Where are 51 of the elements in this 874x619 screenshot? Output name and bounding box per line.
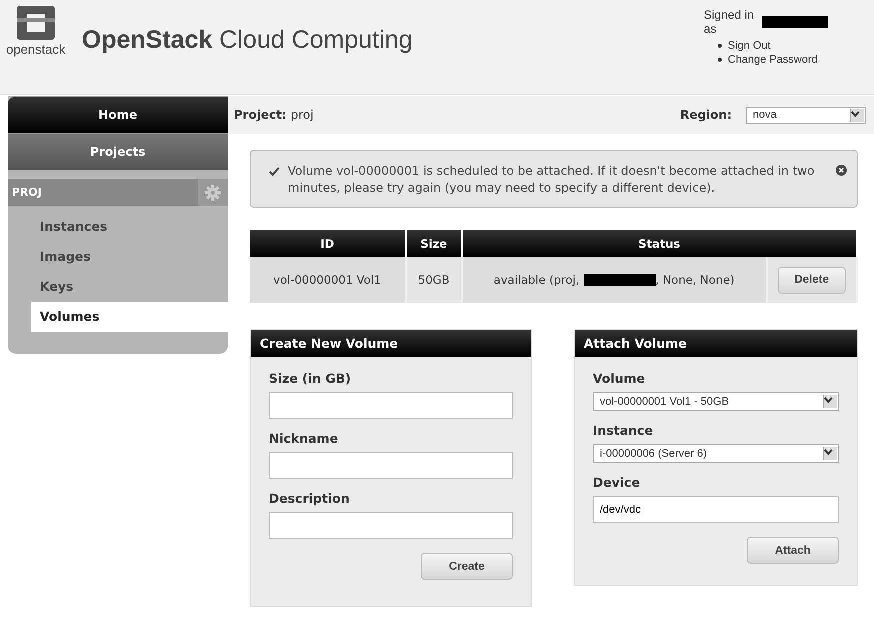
status-text: , None, None) xyxy=(656,273,735,287)
region-select[interactable]: nova xyxy=(746,106,866,124)
column-header: ID xyxy=(250,230,406,257)
select-field[interactable]: i-00000006 (Server 6) xyxy=(593,444,839,463)
logo-icon xyxy=(17,6,55,40)
field-label: Nickname xyxy=(269,431,340,446)
status-text: available (proj, xyxy=(494,273,580,287)
redaction-bar xyxy=(762,16,828,28)
caret-icon xyxy=(823,447,837,460)
input-field[interactable] xyxy=(269,452,513,479)
nav-item[interactable]: Instances xyxy=(31,212,228,242)
input-field[interactable] xyxy=(269,392,513,419)
nav-item[interactable]: Images xyxy=(31,242,228,272)
input-field[interactable]: /dev/vdc xyxy=(593,496,839,523)
header-link[interactable]: Change Password xyxy=(718,54,828,66)
panel-title: Attach Volume xyxy=(575,330,857,357)
nav-item[interactable]: Volumes xyxy=(31,302,228,332)
field-label: Device xyxy=(593,475,642,490)
table-cell: vol-00000001 Vol1 xyxy=(250,257,406,303)
column-header: Status xyxy=(462,230,857,257)
attach-button[interactable]: Attach xyxy=(747,537,839,564)
field-label: Description xyxy=(269,491,351,506)
project-value: proj xyxy=(290,108,314,122)
project-name: PROJ xyxy=(11,186,42,199)
sidebar-tab[interactable]: Home xyxy=(8,96,228,133)
field-label: Instance xyxy=(593,423,654,438)
field-label: Size (in GB) xyxy=(269,371,352,386)
region-label: Region: xyxy=(680,108,732,122)
nav-item[interactable]: Keys xyxy=(31,272,228,302)
settings-icon xyxy=(205,184,221,200)
logo-text: openstack xyxy=(6,42,66,57)
close-icon[interactable] xyxy=(836,165,847,176)
select-field[interactable]: vol-00000001 Vol1 - 50GB xyxy=(593,392,839,411)
create-button[interactable]: Create xyxy=(421,553,513,580)
sidebar-tab[interactable]: Projects xyxy=(8,133,228,170)
input-field[interactable] xyxy=(269,512,513,539)
check-icon xyxy=(269,167,280,177)
field-label: Volume xyxy=(593,371,646,386)
header-link[interactable]: Sign Out xyxy=(718,40,828,52)
table-cell: 50GB xyxy=(406,257,462,303)
column-header: Size xyxy=(406,230,462,257)
bullet-icon xyxy=(718,44,722,48)
caret-icon xyxy=(823,395,837,408)
signed-in-label: Signed in as xyxy=(704,8,756,36)
app-title: OpenStack Cloud Computing xyxy=(82,26,413,55)
caret-icon xyxy=(850,108,864,122)
bullet-icon xyxy=(718,58,722,62)
project-label: Project: xyxy=(234,108,287,122)
panel-title: Create New Volume xyxy=(251,330,531,357)
message-text: Volume vol-00000001 is scheduled to be attached. If it doesn't become attached in two minutes, please try again (you may need to specify a different device). xyxy=(288,163,816,197)
delete-button[interactable]: Delete xyxy=(778,266,846,294)
